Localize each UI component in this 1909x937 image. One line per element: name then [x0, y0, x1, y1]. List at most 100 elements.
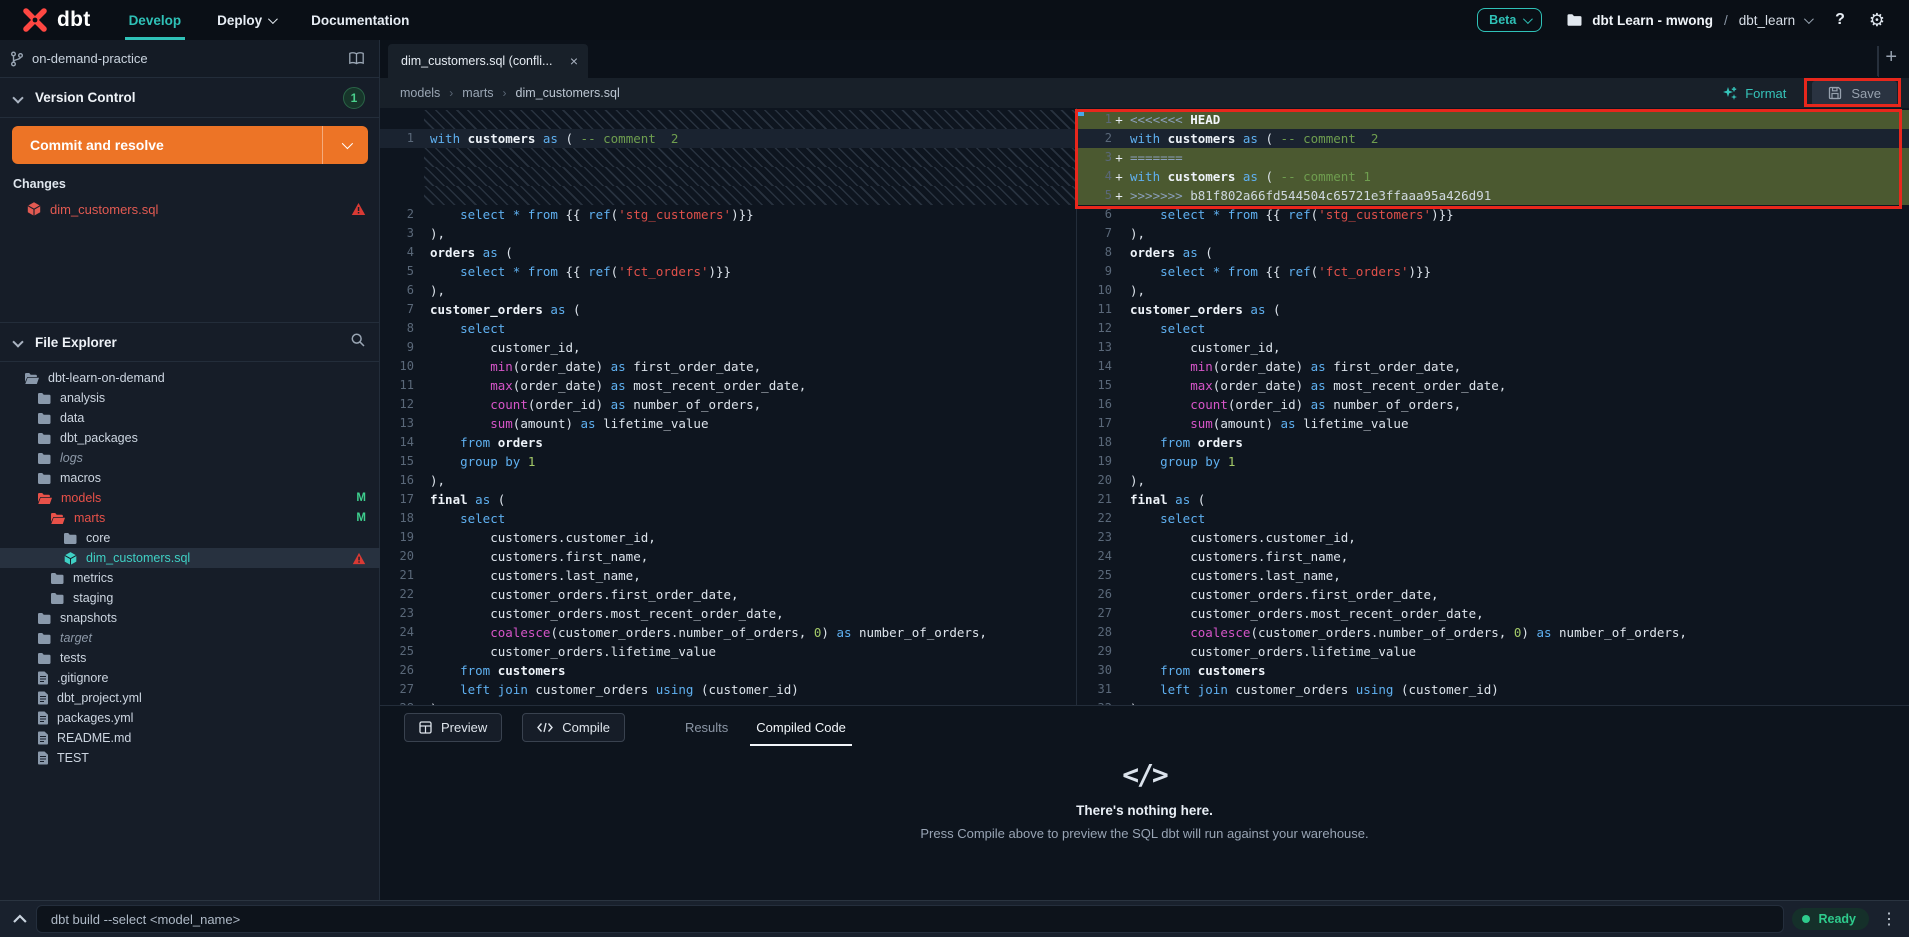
tab-close-icon[interactable]: × [562, 53, 578, 69]
tree-item-staging[interactable]: staging [0, 588, 380, 608]
code-line[interactable]: 12 count(order_id) as number_of_orders, [380, 395, 1076, 414]
code-line[interactable]: 1with customers as ( -- comment 2 [380, 129, 1076, 148]
code-line[interactable]: 18 select [380, 509, 1076, 528]
code-line[interactable]: 9 select * from {{ ref('fct_orders')}} [1078, 262, 1909, 281]
code-line[interactable]: 21 customers.last_name, [380, 566, 1076, 585]
tree-item-metrics[interactable]: metrics [0, 568, 380, 588]
settings-gear-icon[interactable]: ⚙ [1869, 11, 1885, 29]
code-line[interactable]: 15 group by 1 [380, 452, 1076, 471]
preview-button[interactable]: Preview [404, 713, 502, 742]
code-line[interactable]: 9 customer_id, [380, 338, 1076, 357]
tree-item-tests[interactable]: tests [0, 648, 380, 668]
code-line[interactable]: 17 sum(amount) as lifetime_value [1078, 414, 1909, 433]
code-line[interactable]: 16), [380, 471, 1076, 490]
tree-item--gitignore[interactable]: .gitignore [0, 668, 380, 688]
chevron-up-icon[interactable] [12, 913, 28, 925]
commit-and-resolve-button[interactable]: Commit and resolve [12, 126, 368, 164]
version-control-header[interactable]: Version Control 1 [0, 78, 379, 118]
code-line[interactable]: 8 orders as ( [1078, 243, 1909, 262]
commit-options-dropdown[interactable] [322, 126, 368, 164]
code-line[interactable]: 23 customers.customer_id, [1078, 528, 1909, 547]
editor-pane-local[interactable]: 1with customers as ( -- comment 2 2 selec… [380, 108, 1077, 705]
nav-item-deploy[interactable]: Deploy [217, 0, 275, 40]
project-switcher[interactable]: dbt Learn - mwong / dbt_learn [1566, 13, 1811, 28]
code-line[interactable]: 3+======= [1078, 148, 1909, 167]
code-line[interactable]: 22 select [1078, 509, 1909, 528]
editor-pane-merged[interactable]: 1+<<<<<<< HEAD2 with customers as ( -- c… [1078, 108, 1909, 705]
code-line[interactable]: 1+<<<<<<< HEAD [1078, 110, 1909, 129]
code-line[interactable]: 24 customers.first_name, [1078, 547, 1909, 566]
code-line[interactable]: 23 customer_orders.most_recent_order_dat… [380, 604, 1076, 623]
code-line[interactable]: 16 count(order_id) as number_of_orders, [1078, 395, 1909, 414]
tree-item-marts[interactable]: martsM [0, 508, 380, 528]
code-line[interactable]: 21 final as ( [1078, 490, 1909, 509]
code-line[interactable]: 13 sum(amount) as lifetime_value [380, 414, 1076, 433]
tree-item-macros[interactable]: macros [0, 468, 380, 488]
code-line[interactable]: 27 left join customer_orders using (cust… [380, 680, 1076, 699]
code-line[interactable]: 6 select * from {{ ref('stg_customers')}… [1078, 205, 1909, 224]
code-line[interactable]: 15 max(order_date) as most_recent_order_… [1078, 376, 1909, 395]
code-line[interactable]: 2 with customers as ( -- comment 2 [1078, 129, 1909, 148]
code-line[interactable]: 20 customers.first_name, [380, 547, 1076, 566]
tree-item-dbt-packages[interactable]: dbt_packages [0, 428, 380, 448]
tree-item-target[interactable]: target [0, 628, 380, 648]
breadcrumb-marts[interactable]: marts [462, 86, 493, 100]
editor-tab[interactable]: dim_customers.sql (confli... × [388, 44, 588, 78]
code-line[interactable]: 4+with customers as ( -- comment 1 [1078, 167, 1909, 186]
beta-dropdown[interactable]: Beta [1477, 8, 1542, 32]
code-line[interactable]: 5+>>>>>>> b81f802a66fd544504c65721e3ffaa… [1078, 186, 1909, 205]
code-line[interactable]: 17final as ( [380, 490, 1076, 509]
changed-file-row[interactable]: dim_customers.sql [0, 197, 380, 221]
status-badge[interactable]: Ready [1792, 908, 1869, 930]
code-line[interactable]: 29 customer_orders.lifetime_value [1078, 642, 1909, 661]
code-line[interactable]: 26 customer_orders.first_order_date, [1078, 585, 1909, 604]
tab-compiled-code[interactable]: Compiled Code [742, 706, 860, 748]
tree-item-packages-yml[interactable]: packages.yml [0, 708, 380, 728]
code-line[interactable]: 3), [380, 224, 1076, 243]
code-line[interactable]: 8 select [380, 319, 1076, 338]
code-line[interactable]: 7 ), [1078, 224, 1909, 243]
breadcrumb-models[interactable]: models [400, 86, 440, 100]
code-line[interactable]: 6), [380, 281, 1076, 300]
file-explorer-header[interactable]: File Explorer [0, 322, 380, 362]
tree-item-readme-md[interactable]: README.md [0, 728, 380, 748]
code-line[interactable]: 4orders as ( [380, 243, 1076, 262]
code-line[interactable]: 14 min(order_date) as first_order_date, [1078, 357, 1909, 376]
compile-button[interactable]: Compile [522, 713, 625, 742]
code-line[interactable]: 11 max(order_date) as most_recent_order_… [380, 376, 1076, 395]
docs-book-icon[interactable] [348, 51, 365, 66]
tree-item-core[interactable]: core [0, 528, 380, 548]
code-line[interactable]: 22 customer_orders.first_order_date, [380, 585, 1076, 604]
code-line[interactable]: 18 from orders [1078, 433, 1909, 452]
code-hatch-row[interactable] [380, 148, 1076, 167]
code-line[interactable]: 31 left join customer_orders using (cust… [1078, 680, 1909, 699]
tree-item-snapshots[interactable]: snapshots [0, 608, 380, 628]
code-line[interactable]: 10 min(order_date) as first_order_date, [380, 357, 1076, 376]
help-icon[interactable]: ? [1835, 11, 1845, 29]
code-line[interactable]: 5 select * from {{ ref('fct_orders')}} [380, 262, 1076, 281]
code-line[interactable]: 2 select * from {{ ref('stg_customers')}… [380, 205, 1076, 224]
tree-item-dbt-project-yml[interactable]: dbt_project.yml [0, 688, 380, 708]
kebab-menu-icon[interactable]: ⋮ [1881, 909, 1897, 929]
tree-item-data[interactable]: data [0, 408, 380, 428]
code-line[interactable]: 25 customer_orders.lifetime_value [380, 642, 1076, 661]
code-hatch-row[interactable] [380, 110, 1076, 129]
code-line[interactable]: 27 customer_orders.most_recent_order_dat… [1078, 604, 1909, 623]
tree-item-test[interactable]: TEST [0, 748, 380, 768]
code-line[interactable]: 20 ), [1078, 471, 1909, 490]
code-line[interactable]: 19 customers.customer_id, [380, 528, 1076, 547]
nav-item-documentation[interactable]: Documentation [311, 0, 409, 40]
code-line[interactable]: 26 from customers [380, 661, 1076, 680]
code-line[interactable]: 10 ), [1078, 281, 1909, 300]
new-tab-button[interactable]: + [1885, 46, 1897, 69]
search-icon[interactable] [350, 332, 366, 353]
tree-item-logs[interactable]: logs [0, 448, 380, 468]
tree-item-analysis[interactable]: analysis [0, 388, 380, 408]
tab-results[interactable]: Results [671, 706, 742, 748]
tree-item-dim-customers-sql[interactable]: dim_customers.sql [0, 548, 380, 568]
dbt-logo[interactable]: dbt [22, 7, 91, 33]
code-line[interactable]: 24 coalesce(customer_orders.number_of_or… [380, 623, 1076, 642]
breadcrumb-file[interactable]: dim_customers.sql [516, 86, 620, 100]
code-line[interactable]: 7customer_orders as ( [380, 300, 1076, 319]
code-line[interactable]: 28 coalesce(customer_orders.number_of_or… [1078, 623, 1909, 642]
